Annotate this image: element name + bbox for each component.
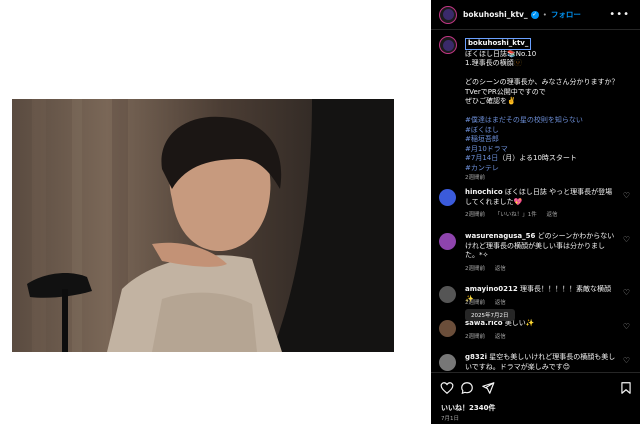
comment-text: g832i 星空も美しいけれど理事長の横顔も美しいですね。ドラマが楽しみです😊 xyxy=(465,353,617,372)
commenter-avatar[interactable] xyxy=(439,189,456,206)
separator-dot: • xyxy=(542,10,547,19)
caption-line: （月）よる10時スタート xyxy=(498,154,577,162)
heart-icon[interactable] xyxy=(440,381,454,395)
hashtag-link[interactable]: #稲垣吾郎 xyxy=(465,135,499,143)
comment-time: 2週間前 xyxy=(465,300,485,306)
commenter-avatar[interactable] xyxy=(439,320,456,337)
post-sidebar: bokuhoshi_ktv_ ✓ • フォロー ••• bokuhoshi_kt… xyxy=(431,0,640,424)
comment-meta: 2週間前 返信 xyxy=(465,264,514,272)
reply-button[interactable]: 返信 xyxy=(495,334,506,340)
caption-time: 2週間前 xyxy=(465,175,485,181)
reply-button[interactable]: 返信 xyxy=(495,266,506,272)
comment-heart-icon[interactable]: ♡ xyxy=(623,322,630,331)
caption-line: TVerでPR公開中ですので xyxy=(465,87,546,96)
post-photo[interactable] xyxy=(12,99,394,352)
hashtag-link[interactable]: #カンテレ xyxy=(465,164,499,172)
photo-illustration xyxy=(12,99,394,352)
commenter-username[interactable]: hinochico xyxy=(465,188,503,196)
caption-line: ぼくほし日誌📚No.10 xyxy=(465,49,537,58)
media-pane xyxy=(0,0,431,424)
hashtag-link[interactable]: #7月14日 xyxy=(465,154,498,162)
commenter-username[interactable]: amayino0212 xyxy=(465,285,518,293)
commenter-avatar[interactable] xyxy=(439,354,456,371)
comment-heart-icon[interactable]: ♡ xyxy=(623,356,630,365)
follow-button[interactable]: フォロー xyxy=(551,9,581,20)
comment-heart-icon[interactable]: ♡ xyxy=(623,235,630,244)
caption-line: ぜひご確認を✌️ xyxy=(465,97,516,105)
comment-meta: 2週間前 返信 xyxy=(465,332,514,340)
commenter-username[interactable]: g832i xyxy=(465,353,487,361)
likes-count[interactable]: いいね！2340件 xyxy=(441,403,495,413)
caption-line: どのシーンの理事長か、みなさん分かりますか？ xyxy=(465,78,619,86)
commenter-avatar[interactable] xyxy=(439,233,456,250)
comment-icon[interactable] xyxy=(460,381,474,395)
hashtag-link[interactable]: #月10ドラマ xyxy=(465,145,508,153)
verified-icon: ✓ xyxy=(530,10,539,19)
more-options-icon[interactable]: ••• xyxy=(609,9,630,20)
caption-username[interactable]: bokuhoshi_ktv_ xyxy=(465,38,532,50)
reply-button[interactable]: 返信 xyxy=(547,212,558,218)
comment-time: 2週間前 xyxy=(465,334,485,340)
comment-body: 星空も美しいけれど理事長の横顔も美しいですね。ドラマが楽しみです😊 xyxy=(465,353,616,371)
date-tooltip: 2025年7月2日 xyxy=(465,309,515,321)
commenter-username[interactable]: wasurenagusa_56 xyxy=(465,232,535,240)
bookmark-icon[interactable] xyxy=(619,381,633,395)
hashtag-link[interactable]: #ぼくほし xyxy=(465,126,499,134)
comment-text: wasurenagusa_56 どのシーンかわからないけれど理事長の横顔が美しい… xyxy=(465,232,617,261)
caption-avatar[interactable] xyxy=(439,36,457,54)
comment-meta: 2週間前 「いいね！」1件 返信 xyxy=(465,210,566,218)
comment-likes[interactable]: 「いいね！」1件 xyxy=(495,212,537,218)
comment-text: hinochico ぼくほし日誌 やっと理事長が登場してくれました💖 xyxy=(465,188,617,207)
comment-heart-icon[interactable]: ♡ xyxy=(623,191,630,200)
commenter-avatar[interactable] xyxy=(439,286,456,303)
post-actions: いいね！2340件 7月1日 xyxy=(431,372,640,424)
author-username[interactable]: bokuhoshi_ktv_ xyxy=(463,10,528,19)
caption-line: 1.理事長の横顔🫥 xyxy=(465,59,523,67)
author-avatar[interactable] xyxy=(439,5,457,24)
comments-scroll[interactable]: bokuhoshi_ktv_ ぼくほし日誌📚No.10 1.理事長の横顔🫥 どの… xyxy=(431,32,640,372)
comment-heart-icon[interactable]: ♡ xyxy=(623,288,630,297)
reply-button[interactable]: 返信 xyxy=(495,300,506,306)
comment-meta: 2週間前 返信 xyxy=(465,298,514,306)
comment-time: 2週間前 xyxy=(465,266,485,272)
hashtag-link[interactable]: #僕達はまだその星の校則を知らない xyxy=(465,116,583,124)
post-date: 7月1日 xyxy=(441,416,459,422)
share-icon[interactable] xyxy=(481,381,495,395)
comment-time: 2週間前 xyxy=(465,212,485,218)
caption-text: bokuhoshi_ktv_ ぼくほし日誌📚No.10 1.理事長の横顔🫥 どの… xyxy=(465,38,635,184)
